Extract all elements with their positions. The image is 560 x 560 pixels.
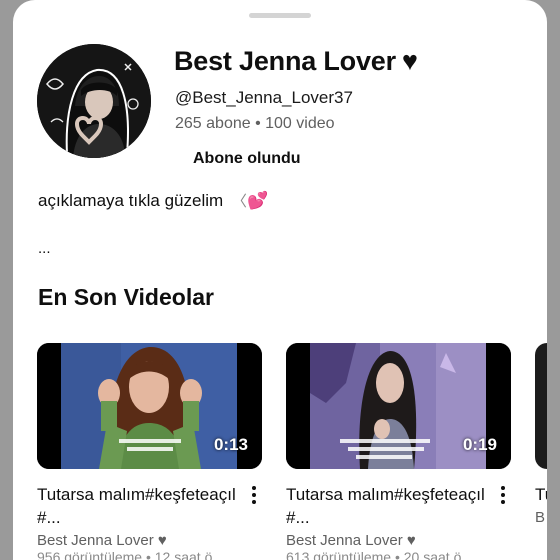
section-title: En Son Videolar <box>38 284 214 310</box>
heart-icon: ♥ <box>401 46 418 76</box>
video-title[interactable]: Tu ya <box>535 483 547 506</box>
channel-name: Best Jenna Lover ♥ <box>174 46 418 76</box>
bracket-icon: 〈 <box>231 193 247 210</box>
two-hearts-icon: 💕 <box>246 191 269 210</box>
description-more[interactable]: ... <box>38 240 51 257</box>
more-vert-icon[interactable] <box>495 483 511 507</box>
description-text: açıklamaya tıkla güzelim <box>38 191 224 210</box>
channel-description[interactable]: açıklamaya tıkla güzelim 〈💕 <box>38 190 268 211</box>
channel-bottom-sheet: Best Jenna Lover ♥ @Best_Jenna_Lover37 26… <box>13 0 547 560</box>
video-card[interactable]: 0:19 Tutarsa malım#keşfeteaçıl #... Best… <box>286 343 511 560</box>
video-stats: 956 görüntüleme • 12 saat ö <box>37 549 213 560</box>
channel-meta: 265 abone • 100 video <box>175 115 335 132</box>
video-channel: Best Jenna Lover ♥ <box>286 532 416 549</box>
video-duration: 0:13 <box>213 435 248 454</box>
avatar[interactable] <box>37 44 151 158</box>
video-title[interactable]: Tutarsa malım#keşfeteaçıl #... <box>37 483 242 529</box>
channel-handle: @Best_Jenna_Lover37 <box>175 88 353 107</box>
video-thumbnail[interactable]: 0:13 <box>37 343 262 469</box>
video-card[interactable]: 0:13 Tutarsa malım#keşfeteaçıl #... Best… <box>37 343 262 560</box>
video-thumbnail[interactable] <box>535 343 547 469</box>
video-card-partial[interactable]: Tu ya B <box>535 343 547 526</box>
video-channel: Best Jenna Lover ♥ <box>37 532 167 549</box>
video-channel: B <box>535 509 546 526</box>
video-title[interactable]: Tutarsa malım#keşfeteaçıl #... <box>286 483 491 529</box>
subscribed-button[interactable]: Abone olundu <box>193 150 301 168</box>
more-vert-icon[interactable] <box>246 483 262 507</box>
video-thumbnail[interactable]: 0:19 <box>286 343 511 469</box>
video-stats: 613 görüntüleme • 20 saat ö <box>286 549 462 560</box>
drag-handle[interactable] <box>249 13 311 18</box>
video-duration: 0:19 <box>462 435 497 454</box>
